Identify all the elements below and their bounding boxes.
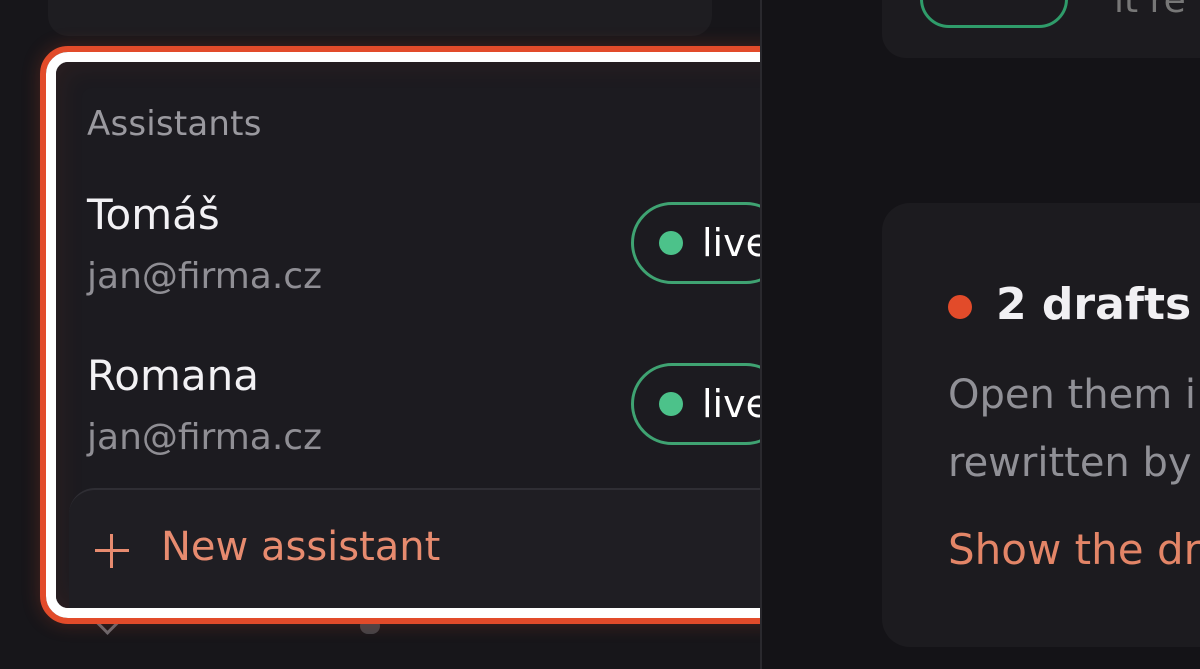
drafts-card: 2 drafts w Open them i rewritten by Show… [882, 203, 1200, 647]
assistant-email: jan@firma.cz [87, 417, 322, 458]
plus-icon [95, 534, 129, 568]
sidebar-top-card [48, 0, 712, 36]
main-top-text: it re [1114, 0, 1186, 21]
main-content: it re 2 drafts w Open them i rewritten b… [762, 0, 1200, 669]
new-assistant-label: New assistant [161, 524, 441, 570]
status-label: live [702, 382, 769, 426]
status-label: live [702, 221, 769, 265]
assistant-item-romana[interactable]: Romana jan@firma.cz live [87, 351, 787, 481]
assistant-email: jan@firma.cz [87, 256, 322, 297]
drafts-title: 2 drafts w [996, 279, 1200, 330]
assistants-popup: Assistants Tomáš jan@firma.cz live Roman… [46, 52, 814, 618]
assistant-name: Romana [87, 351, 259, 400]
live-dot-icon [659, 231, 683, 255]
drafts-description-line: rewritten by [948, 440, 1192, 486]
drafts-description-line: Open them i [948, 372, 1196, 418]
drafts-description: Open them i rewritten by [948, 361, 1200, 497]
assistants-popup-body: Assistants Tomáš jan@firma.cz live Roman… [56, 62, 804, 608]
app-window: Assistants Tomáš jan@firma.cz live Roman… [0, 0, 1200, 669]
assistants-title: Assistants [87, 104, 262, 144]
live-dot-icon [659, 392, 683, 416]
assistant-name: Tomáš [87, 190, 220, 239]
main-top-pill[interactable] [920, 0, 1068, 28]
show-drafts-link[interactable]: Show the dr [948, 525, 1200, 574]
assistant-item-tomas[interactable]: Tomáš jan@firma.cz live [87, 190, 787, 320]
sidebar: Assistants Tomáš jan@firma.cz live Roman… [0, 0, 820, 669]
alert-dot-icon [948, 295, 972, 319]
new-assistant-button[interactable]: New assistant [69, 488, 799, 608]
